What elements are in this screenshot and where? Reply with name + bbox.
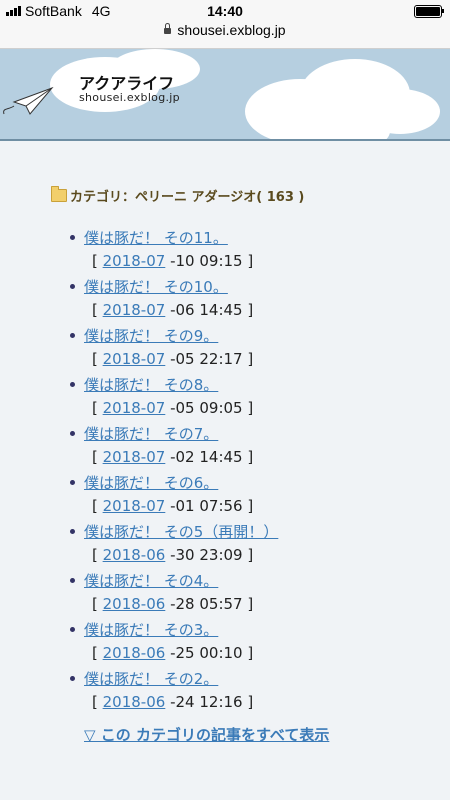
post-list-item: 僕は豚だ！ その3。 [ 2018-06 -25 00:10 ] xyxy=(68,618,428,667)
post-datetime: -28 05:57 xyxy=(170,595,243,613)
post-month-link[interactable]: 2018-07 xyxy=(103,350,166,368)
post-title-link[interactable]: 僕は豚だ！ その8。 xyxy=(84,374,218,395)
post-list-item: 僕は豚だ！ その7。 [ 2018-07 -02 14:45 ] xyxy=(68,422,428,471)
status-time: 14:40 xyxy=(207,3,243,19)
status-bar: SoftBank 4G 14:40 xyxy=(0,0,450,22)
post-list-item: 僕は豚だ！ その8。 [ 2018-07 -05 09:05 ] xyxy=(68,373,428,422)
post-month-link[interactable]: 2018-06 xyxy=(103,546,166,564)
post-title-link[interactable]: 僕は豚だ！ その5（再開！） xyxy=(84,521,278,542)
post-list-item: 僕は豚だ！ その5（再開！） [ 2018-06 -30 23:09 ] xyxy=(68,520,428,569)
post-datetime: -01 07:56 xyxy=(170,497,243,515)
post-datetime: -06 14:45 xyxy=(170,301,243,319)
post-list-item: 僕は豚だ！ その4。 [ 2018-06 -28 05:57 ] xyxy=(68,569,428,618)
post-month-link[interactable]: 2018-07 xyxy=(103,497,166,515)
post-title-link[interactable]: 僕は豚だ！ その2。 xyxy=(84,668,218,689)
folder-icon xyxy=(51,186,67,202)
battery-icon xyxy=(414,5,444,18)
bullet-icon xyxy=(70,235,75,240)
category-label: カテゴリ：ペリーニ アダージオ( 163 ) xyxy=(70,190,305,205)
show-all-category-link[interactable]: ▽ この カテゴリの記事をすべて表示 xyxy=(84,724,329,745)
lock-icon xyxy=(164,23,172,34)
post-month-link[interactable]: 2018-06 xyxy=(103,693,166,711)
post-list-item: 僕は豚だ！ その9。 [ 2018-07 -05 22:17 ] xyxy=(68,324,428,373)
post-list-item: 僕は豚だ！ その6。 [ 2018-07 -01 07:56 ] xyxy=(68,471,428,520)
category-heading: カテゴリ：ペリーニ アダージオ( 163 ) xyxy=(51,186,304,205)
post-title-link[interactable]: 僕は豚だ！ その3。 xyxy=(84,619,218,640)
post-list-item: 僕は豚だ！ その10。 [ 2018-07 -06 14:45 ] xyxy=(68,275,428,324)
post-title-link[interactable]: 僕は豚だ！ その11。 xyxy=(84,227,228,248)
post-date: [ 2018-06 -28 05:57 ] xyxy=(92,595,254,613)
post-date: [ 2018-07 -01 07:56 ] xyxy=(92,497,254,515)
post-month-link[interactable]: 2018-07 xyxy=(103,448,166,466)
post-title-link[interactable]: 僕は豚だ！ その6。 xyxy=(84,472,218,493)
post-date: [ 2018-06 -30 23:09 ] xyxy=(92,546,254,564)
bullet-icon xyxy=(70,284,75,289)
post-date: [ 2018-07 -02 14:45 ] xyxy=(92,448,254,466)
post-month-link[interactable]: 2018-06 xyxy=(103,644,166,662)
post-month-link[interactable]: 2018-07 xyxy=(103,301,166,319)
site-header: アクアライフ shousei.exblog.jp xyxy=(0,49,450,141)
site-url: shousei.exblog.jp xyxy=(79,91,180,104)
post-list-item: 僕は豚だ！ その2。 [ 2018-06 -24 12:16 ] xyxy=(68,667,428,716)
bullet-icon xyxy=(70,578,75,583)
bullet-icon xyxy=(70,529,75,534)
post-date: [ 2018-06 -24 12:16 ] xyxy=(92,693,254,711)
post-list: 僕は豚だ！ その11。[ 2018-07 -10 09:15 ] 僕は豚だ！ その… xyxy=(68,226,428,716)
post-datetime: -24 12:16 xyxy=(170,693,243,711)
post-title-link[interactable]: 僕は豚だ！ その10。 xyxy=(84,276,228,297)
post-month-link[interactable]: 2018-07 xyxy=(103,399,166,417)
bullet-icon xyxy=(70,431,75,436)
post-datetime: -30 23:09 xyxy=(170,546,243,564)
post-title-link[interactable]: 僕は豚だ！ その4。 xyxy=(84,570,218,591)
post-month-link[interactable]: 2018-07 xyxy=(103,252,166,270)
bullet-icon xyxy=(70,627,75,632)
post-datetime: -05 22:17 xyxy=(170,350,243,368)
post-date: [ 2018-06 -25 00:10 ] xyxy=(92,644,254,662)
post-title-link[interactable]: 僕は豚だ！ その9。 xyxy=(84,325,218,346)
post-date: [ 2018-07 -05 09:05 ] xyxy=(92,399,254,417)
post-month-link[interactable]: 2018-06 xyxy=(103,595,166,613)
post-date: [ 2018-07 -06 14:45 ] xyxy=(92,301,254,319)
post-list-item: 僕は豚だ！ その11。 [ 2018-07 -10 09:15 ] xyxy=(68,226,428,275)
url-bar[interactable]: shousei.exblog.jp xyxy=(0,22,450,49)
post-date: [ 2018-07 -05 22:17 ] xyxy=(92,350,254,368)
post-datetime: -25 00:10 xyxy=(170,644,243,662)
bullet-icon xyxy=(70,382,75,387)
post-datetime: -02 14:45 xyxy=(170,448,243,466)
bullet-icon xyxy=(70,480,75,485)
bullet-icon xyxy=(70,333,75,338)
post-datetime: -10 09:15 xyxy=(170,252,243,270)
post-datetime: -05 09:05 xyxy=(170,399,243,417)
post-title-link[interactable]: 僕は豚だ！ その7。 xyxy=(84,423,218,444)
url-text: shousei.exblog.jp xyxy=(177,22,286,38)
post-date: [ 2018-07 -10 09:15 ] xyxy=(92,252,254,270)
paper-plane-icon xyxy=(3,86,54,115)
bullet-icon xyxy=(70,676,75,681)
